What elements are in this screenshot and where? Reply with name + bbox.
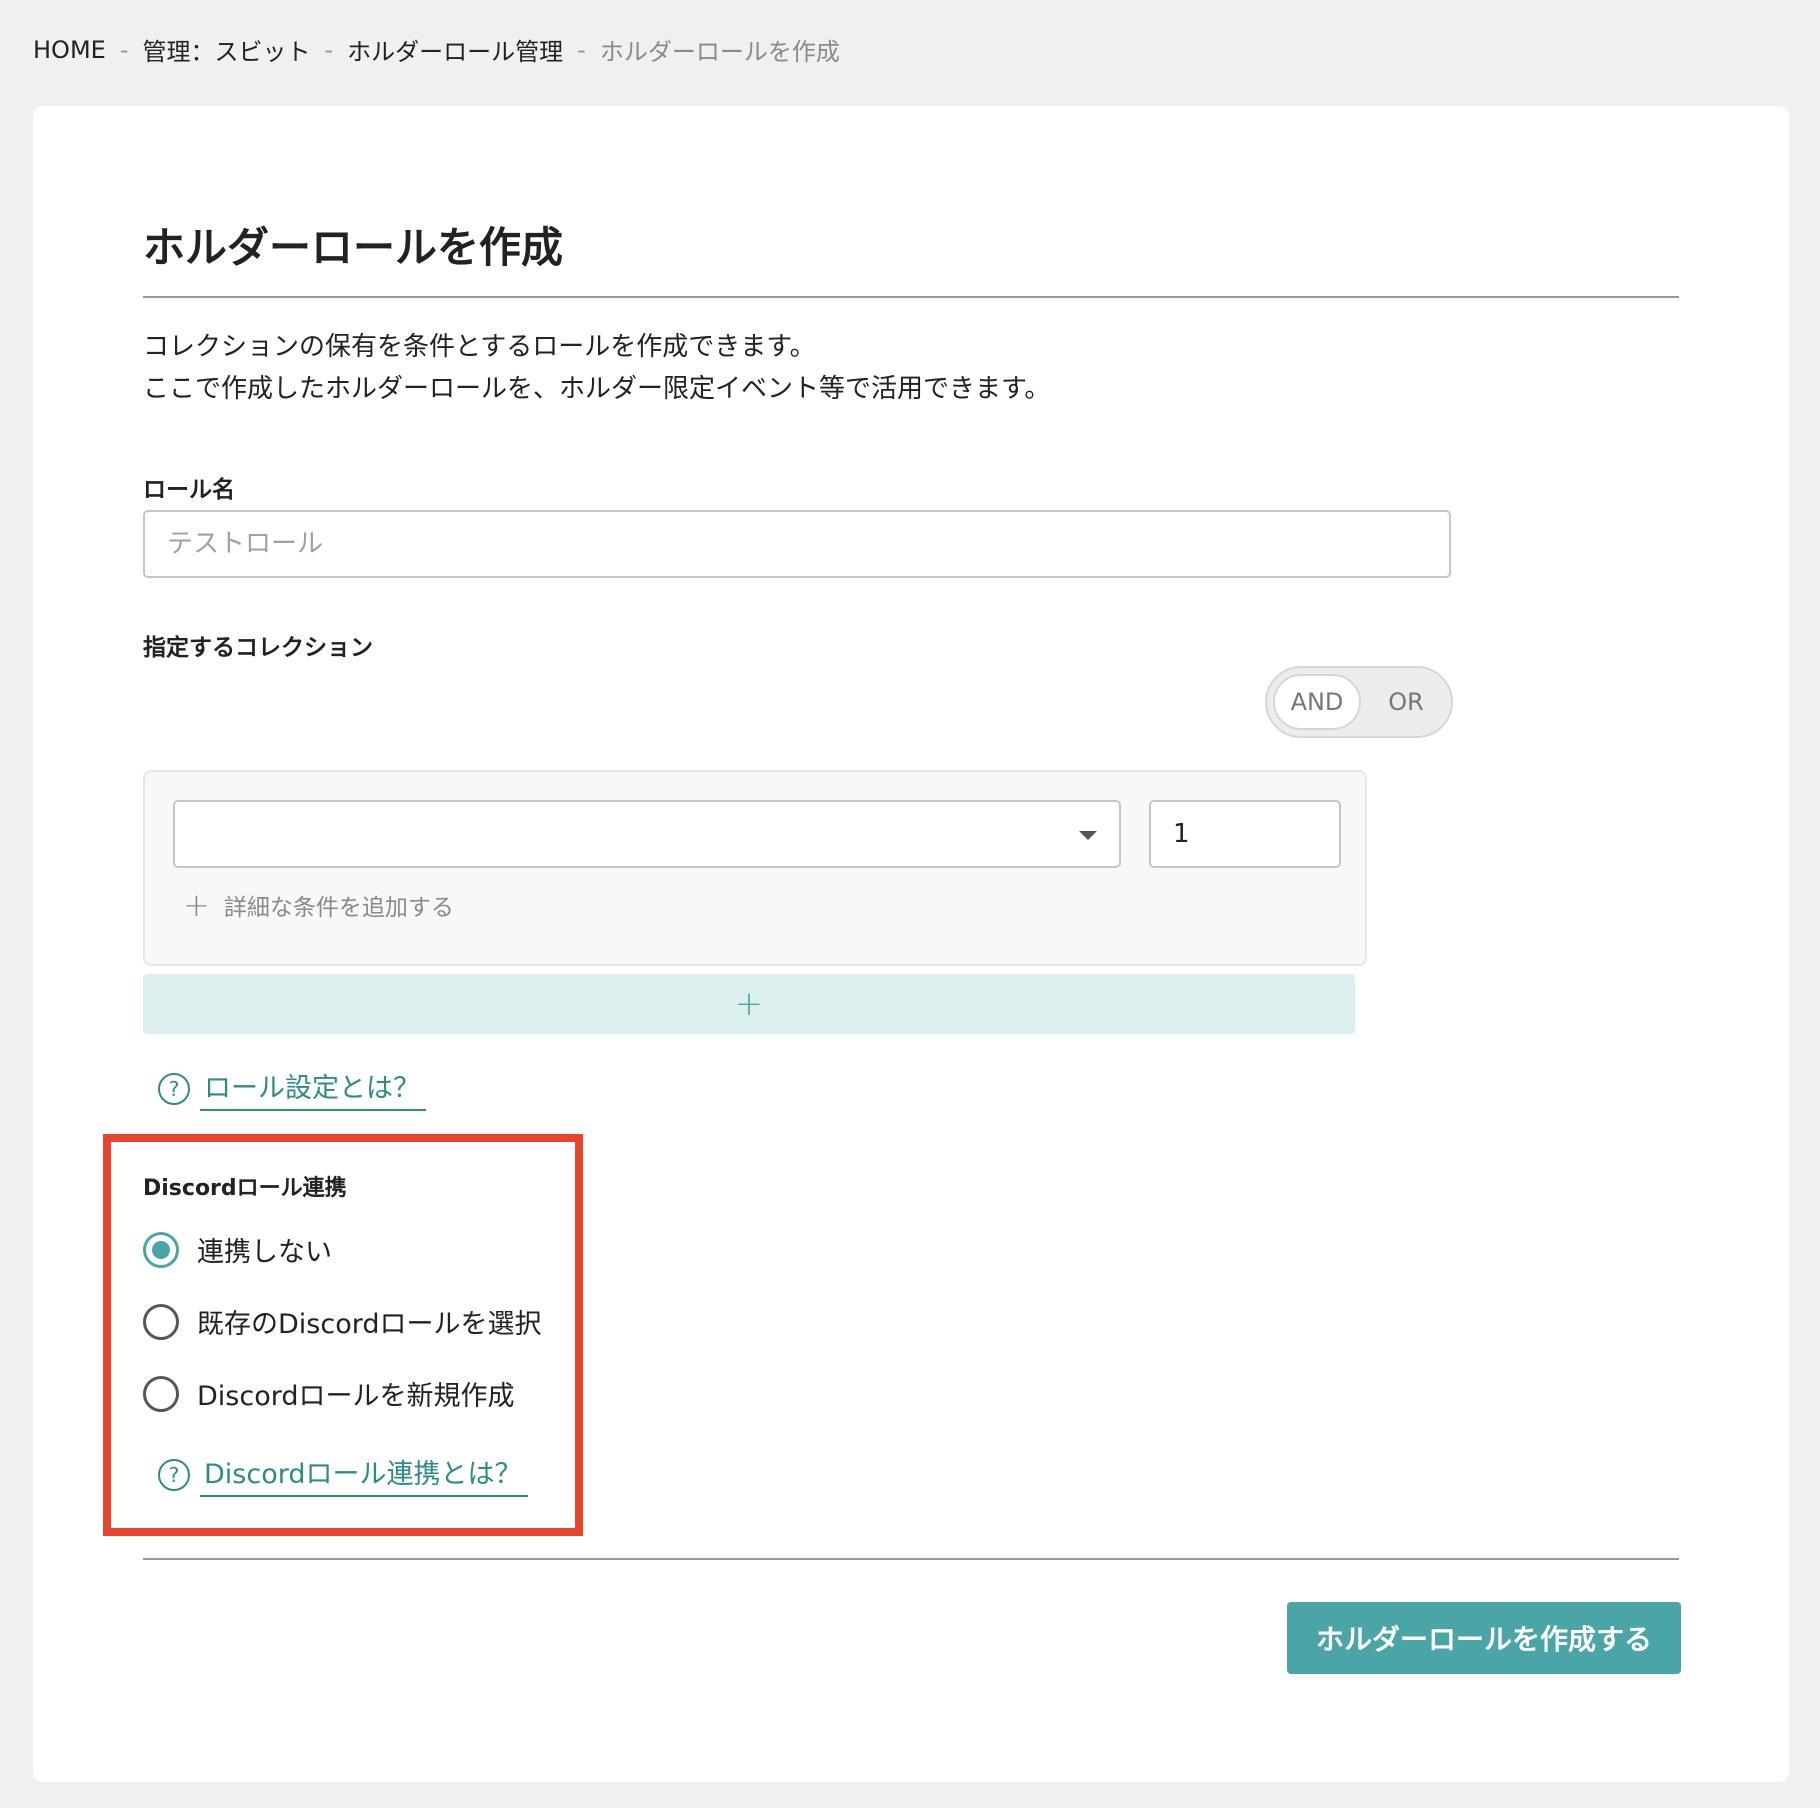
breadcrumb-separator: - [577,35,586,64]
discord-option-label: 連携しない [197,1237,332,1268]
description-line-1: コレクションの保有を条件とするロールを作成できます。 [143,332,816,362]
role-name-label: ロール名 [143,477,235,503]
footer-divider [143,1558,1679,1560]
add-collection-button[interactable]: + [143,974,1355,1034]
or-option[interactable]: OR [1371,674,1441,730]
add-condition-link[interactable]: + 詳細な条件を追加する [183,886,454,924]
radio-button[interactable] [143,1303,179,1340]
quantity-input[interactable]: 1 [1149,800,1341,868]
and-option[interactable]: AND [1273,674,1361,730]
description-line-2: ここで作成したホルダーロールを、ホルダー限定イベント等で活用できます。 [143,374,1051,404]
page-description: コレクションの保有を条件とするロールを作成できます。 ここで作成したホルダーロー… [143,326,1050,410]
question-icon: ? [158,1458,190,1491]
discord-option-existing[interactable]: 既存のDiscordロールを選択 [143,1302,542,1341]
breadcrumb-current: ホルダーロールを作成 [599,38,840,66]
breadcrumb-holder-role-management[interactable]: ホルダーロール管理 [347,32,563,67]
add-condition-label: 詳細な条件を追加する [223,895,454,921]
question-icon: ? [158,1072,190,1105]
collection-condition-box: 1 + 詳細な条件を追加する [143,770,1367,966]
breadcrumb-separator: - [119,35,129,64]
breadcrumb-separator: - [324,35,334,64]
role-help-link[interactable]: ? ロール設定とは？ [158,1066,426,1111]
chevron-down-icon [1079,831,1097,840]
discord-option-label: Discordロールを新規作成 [197,1381,515,1412]
breadcrumb-admin[interactable]: 管理：スビット [142,32,310,67]
collection-label: 指定するコレクション [143,635,373,661]
discord-help-link[interactable]: ? Discordロール連携とは？ [158,1452,528,1497]
discord-option-none[interactable]: 連携しない [143,1230,332,1269]
form-card: ホルダーロールを作成 コレクションの保有を条件とするロールを作成できます。 ここ… [33,106,1789,1782]
page-title: ホルダーロールを作成 [143,223,564,272]
role-help-label: ロール設定とは？ [200,1066,426,1111]
role-name-input[interactable] [143,510,1451,578]
radio-button[interactable] [143,1375,179,1412]
radio-button[interactable] [143,1231,179,1268]
and-or-toggle[interactable]: AND OR [1265,666,1453,738]
discord-label: Discordロール連携 [143,1176,347,1201]
breadcrumb: HOME - 管理：スビット - ホルダーロール管理 - ホルダーロールを作成 [33,32,840,67]
discord-option-new[interactable]: Discordロールを新規作成 [143,1374,515,1413]
create-holder-role-button[interactable]: ホルダーロールを作成する [1287,1602,1681,1674]
discord-help-label: Discordロール連携とは？ [200,1452,528,1497]
title-divider [143,296,1679,298]
collection-select[interactable] [173,800,1121,868]
plus-icon: + [183,886,210,924]
discord-option-label: 既存のDiscordロールを選択 [197,1309,542,1340]
breadcrumb-home[interactable]: HOME [33,36,106,64]
